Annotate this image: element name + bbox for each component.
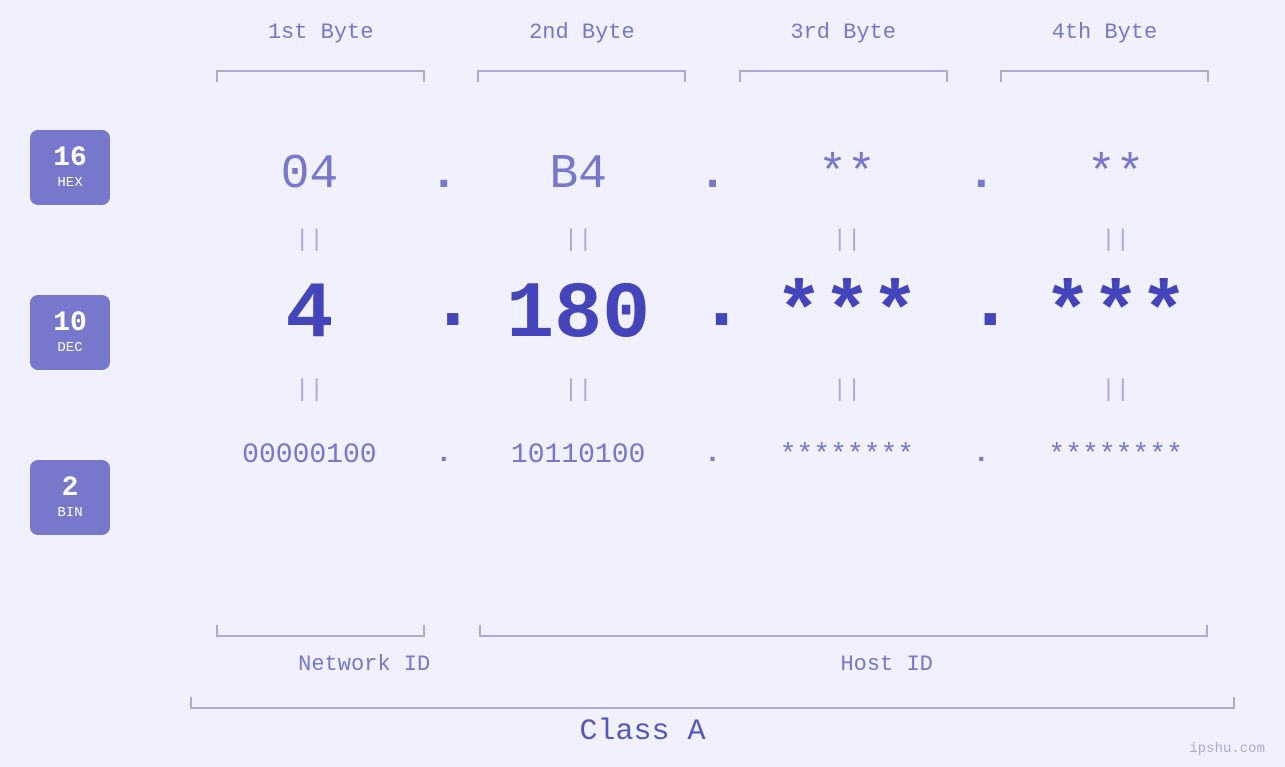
network-bracket — [216, 625, 425, 637]
bin-cell-3: ******** — [728, 440, 967, 471]
bracket-line-2 — [477, 70, 686, 82]
bin-cell-4: ******** — [996, 440, 1235, 471]
dec-value-2: 180 — [506, 270, 650, 361]
bracket-cell-3 — [713, 70, 974, 82]
watermark: ipshu.com — [1189, 741, 1265, 757]
dec-cell-2: 180 — [459, 270, 698, 361]
dec-base-name: DEC — [57, 340, 82, 356]
dec-dot-2: . — [698, 260, 728, 370]
bin-value-2: 10110100 — [511, 440, 645, 471]
dec-dot-3: . — [966, 260, 996, 370]
dec-row: 4 . 180 . *** . *** — [190, 260, 1235, 370]
hex-cell-2: B4 — [459, 148, 698, 202]
bin-base-label: 2 BIN — [30, 460, 110, 535]
top-brackets — [190, 70, 1235, 82]
dec-dot-1: . — [429, 260, 459, 370]
dec-cell-3: *** — [728, 270, 967, 361]
hex-dot-3: . — [966, 130, 996, 220]
data-rows: 04 . B4 . ** . ** || || || || — [190, 130, 1235, 500]
bin-base-number: 2 — [62, 475, 79, 503]
bracket-line-3 — [739, 70, 948, 82]
equals-2-1: || — [190, 377, 429, 404]
equals-1-1: || — [190, 227, 429, 254]
bin-dot-1: . — [429, 410, 459, 500]
bin-value-4: ******** — [1048, 440, 1182, 471]
base-labels: 16 HEX 10 DEC 2 BIN — [30, 130, 110, 535]
bin-cell-2: 10110100 — [459, 440, 698, 471]
bin-value-1: 00000100 — [242, 440, 376, 471]
dec-value-1: 4 — [285, 270, 333, 361]
bin-dot-3: . — [966, 410, 996, 500]
hex-row: 04 . B4 . ** . ** — [190, 130, 1235, 220]
equals-2-3: || — [728, 377, 967, 404]
hex-cell-1: 04 — [190, 148, 429, 202]
class-a-label: Class A — [0, 715, 1285, 749]
hex-dot-2: . — [698, 130, 728, 220]
hex-cell-3: ** — [728, 148, 967, 202]
equals-1-2: || — [459, 227, 698, 254]
bracket-cell-1 — [190, 70, 451, 82]
equals-row-1: || || || || — [190, 220, 1235, 260]
host-bracket-cell — [451, 625, 1235, 637]
dec-base-label: 10 DEC — [30, 295, 110, 370]
hex-value-3: ** — [818, 148, 876, 202]
hex-value-4: ** — [1087, 148, 1145, 202]
equals-2-4: || — [996, 377, 1235, 404]
byte2-header: 2nd Byte — [451, 20, 712, 45]
equals-1-4: || — [996, 227, 1235, 254]
bin-row: 00000100 . 10110100 . ******** . *******… — [190, 410, 1235, 500]
hex-dot-1: . — [429, 130, 459, 220]
dec-cell-4: *** — [996, 270, 1235, 361]
host-bracket — [479, 625, 1208, 637]
bottom-full-bracket — [190, 697, 1235, 709]
bottom-brackets-row — [190, 625, 1235, 637]
bin-cell-1: 00000100 — [190, 440, 429, 471]
equals-row-2: || || || || — [190, 370, 1235, 410]
id-labels: Network ID Host ID — [190, 652, 1235, 677]
hex-base-name: HEX — [57, 175, 82, 191]
network-bracket-cell — [190, 625, 451, 637]
main-container: 1st Byte 2nd Byte 3rd Byte 4th Byte 16 H… — [0, 0, 1285, 767]
byte-headers: 1st Byte 2nd Byte 3rd Byte 4th Byte — [190, 20, 1235, 45]
hex-base-label: 16 HEX — [30, 130, 110, 205]
bracket-cell-4 — [974, 70, 1235, 82]
hex-value-1: 04 — [281, 148, 339, 202]
host-id-label: Host ID — [538, 652, 1235, 677]
hex-base-number: 16 — [53, 145, 87, 173]
bin-value-3: ******** — [780, 440, 914, 471]
dec-cell-1: 4 — [190, 270, 429, 361]
dec-base-number: 10 — [53, 310, 87, 338]
bracket-line-4 — [1000, 70, 1209, 82]
bin-dot-2: . — [698, 410, 728, 500]
dec-value-3: *** — [775, 270, 919, 361]
equals-2-2: || — [459, 377, 698, 404]
equals-1-3: || — [728, 227, 967, 254]
hex-value-2: B4 — [549, 148, 607, 202]
hex-cell-4: ** — [996, 148, 1235, 202]
network-id-label: Network ID — [190, 652, 538, 677]
bracket-cell-2 — [451, 70, 712, 82]
byte1-header: 1st Byte — [190, 20, 451, 45]
byte3-header: 3rd Byte — [713, 20, 974, 45]
dec-value-4: *** — [1044, 270, 1188, 361]
bin-base-name: BIN — [57, 505, 82, 521]
byte4-header: 4th Byte — [974, 20, 1235, 45]
bracket-line-1 — [216, 70, 425, 82]
